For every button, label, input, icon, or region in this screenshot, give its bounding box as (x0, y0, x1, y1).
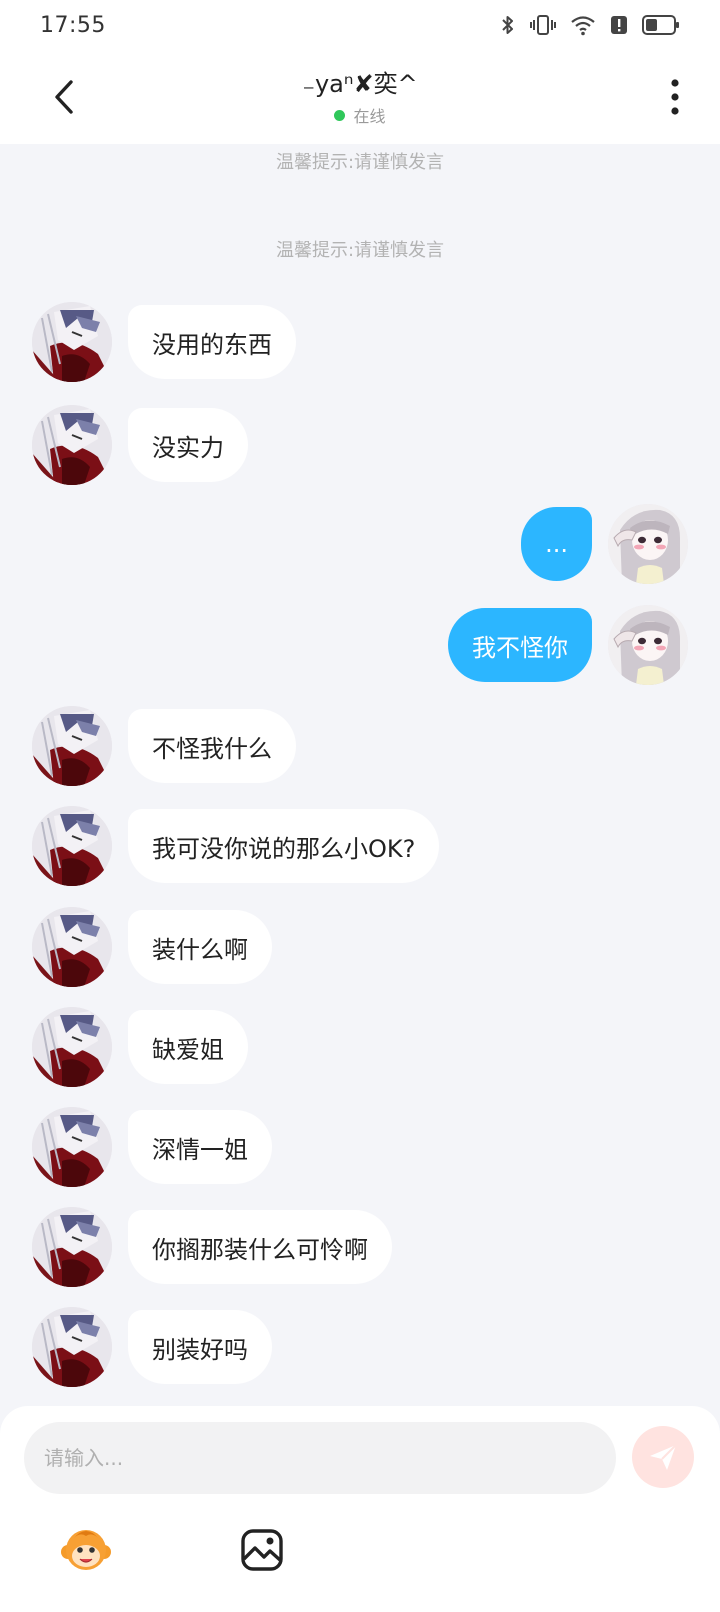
contact-avatar[interactable] (32, 907, 112, 987)
message-bubble[interactable]: 我不怪你 (448, 608, 592, 682)
my-avatar[interactable] (608, 504, 688, 584)
message-row: 深情一姐 (0, 1105, 720, 1187)
monkey-sticker-icon (61, 1530, 111, 1570)
message-bubble[interactable]: ... (521, 507, 592, 581)
more-vertical-icon (671, 79, 679, 115)
contact-avatar[interactable] (32, 405, 112, 485)
message-row: 装什么啊 (0, 905, 720, 987)
message-row: 缺爱姐 (0, 1005, 720, 1087)
my-avatar[interactable] (608, 605, 688, 685)
more-options-button[interactable] (660, 72, 690, 122)
message-row: 没用的东西 (0, 300, 720, 382)
online-dot-icon (334, 109, 346, 121)
image-icon (241, 1529, 283, 1571)
message-bubble[interactable]: 不怪我什么 (128, 709, 296, 783)
message-bubble[interactable]: 缺爱姐 (128, 1010, 248, 1084)
contact-avatar[interactable] (32, 706, 112, 786)
battery-icon (642, 15, 679, 35)
message-bubble[interactable]: 没用的东西 (128, 305, 296, 379)
chat-header: ₋yaⁿ✘奕^ 在线 (0, 50, 720, 144)
message-row: 我不怪你 (0, 603, 720, 685)
message-bubble[interactable]: 没实力 (128, 408, 248, 482)
message-row: 别装好吗 (0, 1305, 720, 1387)
chat-messages[interactable]: 温馨提示:请谨慎发言 温馨提示:请谨慎发言 没用的东西 没实力 ... 我不怪你… (0, 144, 720, 1406)
message-bubble[interactable]: 我可没你说的那么小OK? (128, 809, 440, 883)
status-bar: 17:55 (0, 0, 720, 50)
contact-name: ₋yaⁿ✘奕^ (302, 70, 418, 98)
system-tip: 温馨提示:请谨慎发言 (275, 152, 445, 173)
message-row: 我可没你说的那么小OK? (0, 804, 720, 886)
message-bubble[interactable]: 深情一姐 (128, 1110, 272, 1184)
message-bubble[interactable]: 装什么啊 (128, 910, 272, 984)
message-row: 没实力 (0, 403, 720, 485)
contact-avatar[interactable] (32, 1307, 112, 1387)
send-button[interactable] (632, 1426, 694, 1488)
status-time: 17:55 (40, 12, 106, 38)
wifi-icon (571, 16, 595, 36)
system-tip: 温馨提示:请谨慎发言 (275, 240, 445, 261)
message-row: 你搁那装什么可怜啊 (0, 1205, 720, 1287)
message-row: 不怪我什么 (0, 704, 720, 786)
chat-title-block: ₋yaⁿ✘奕^ 在线 (0, 64, 720, 127)
message-bubble[interactable]: 别装好吗 (128, 1310, 272, 1384)
online-status-label: 在线 (353, 107, 386, 126)
bluetooth-icon (502, 16, 513, 34)
contact-avatar[interactable] (32, 806, 112, 886)
sticker-button[interactable] (58, 1522, 114, 1578)
contact-avatar[interactable] (32, 1107, 112, 1187)
status-icons (500, 13, 680, 37)
online-status: 在线 (334, 103, 386, 127)
message-row: ... (0, 502, 720, 584)
contact-avatar[interactable] (32, 302, 112, 382)
input-bar (0, 1406, 720, 1612)
alert-icon (611, 16, 627, 34)
send-icon (650, 1444, 677, 1470)
vibrate-icon (530, 15, 556, 35)
contact-avatar[interactable] (32, 1007, 112, 1087)
contact-avatar[interactable] (32, 1207, 112, 1287)
message-bubble[interactable]: 你搁那装什么可怜啊 (128, 1210, 392, 1284)
image-button[interactable] (234, 1522, 290, 1578)
message-input[interactable] (24, 1422, 616, 1494)
